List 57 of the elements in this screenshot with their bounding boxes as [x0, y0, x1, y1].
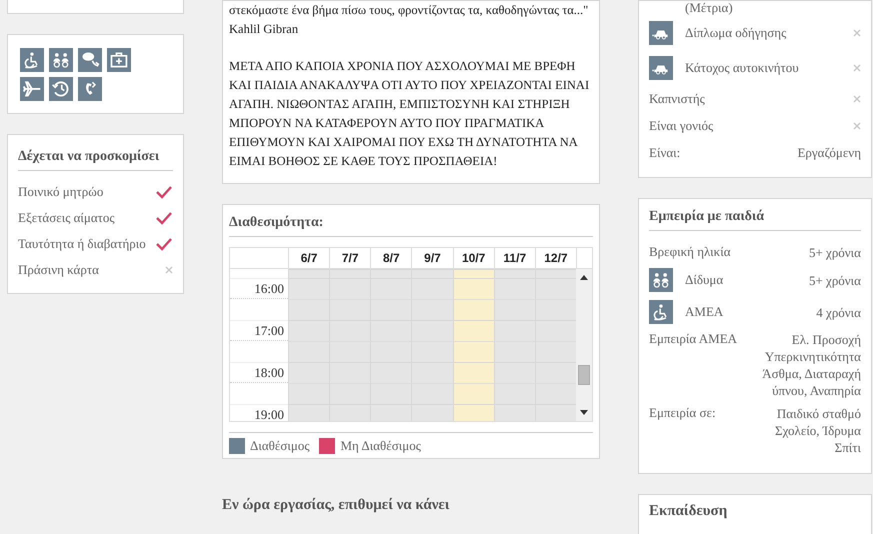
scrollbar[interactable] [576, 269, 592, 421]
document-label: Εξετάσεις αίματος [18, 210, 115, 226]
attribute-label: Είναι γονιός [649, 118, 714, 134]
day-header: 12/7 [534, 248, 576, 268]
experience-value: 5+ χρόνια [808, 272, 861, 288]
experience-label: Δίδυμα [685, 272, 724, 288]
day-header: 6/7 [288, 248, 330, 268]
section-title: Διαθεσιμότητα: [229, 215, 593, 237]
first-aid-kit-icon [107, 48, 131, 72]
day-header: 10/7 [452, 248, 494, 268]
phone-chat-icon [78, 48, 102, 72]
attribute-label: Δίπλωμα οδήγησης [685, 24, 786, 40]
quote-text: στεκόμαστε ένα βήμα πίσω τους, φροντίζοντας τα, καθοδηγώντας τα..." [229, 2, 590, 19]
car-icon [649, 20, 673, 44]
scroll-thumb[interactable] [578, 365, 590, 385]
wheelchair-icon [649, 300, 673, 324]
quote-author: Kahlil Gibran [229, 21, 300, 38]
section-title: Εκπαίδευση [649, 503, 728, 521]
attribute-label: Καπνιστής [649, 90, 705, 106]
experience-label: Βρεφική ηλικία [649, 244, 731, 260]
section-title: Δέχεται να προσκομίσει [18, 149, 173, 171]
section-title: Εν ώρα εργασίας, επιθυμεί να κάνει [222, 497, 450, 514]
experience-value: 5+ χρόνια [808, 244, 861, 261]
experience-value: Παιδικό σταθμό Σχολείο, Ίδρυμα Σπίτι [775, 405, 861, 456]
time-label: 16:00 [254, 281, 284, 296]
time-label: 18:00 [254, 365, 284, 380]
time-label: 17:00 [254, 323, 284, 338]
phone-icon [78, 77, 102, 101]
airplane-icon [20, 77, 44, 101]
attribute-label: Είναι: [649, 144, 680, 160]
section-title: Εμπειρία με παιδιά [649, 209, 861, 231]
day-header: 9/7 [411, 248, 453, 268]
day-header: 8/7 [370, 248, 412, 268]
scroll-down-icon[interactable] [580, 410, 588, 415]
wheelchair-icon [20, 48, 44, 72]
document-label: Ταυτότητα ή διαβατήριο [18, 236, 146, 252]
document-label: Ποινικό μητρώο [18, 184, 104, 200]
day-header: 7/7 [329, 248, 370, 268]
experience-label: Εμπειρία ΑΜΕΑ [649, 331, 738, 347]
twins-icon [49, 48, 73, 72]
document-label: Πράσινη κάρτα [18, 262, 99, 278]
car-icon [649, 56, 673, 80]
attribute-label: Κάτοχος αυτοκινήτου [685, 60, 799, 76]
description-text: ΜΕΤΑ ΑΠΟ ΚΑΠΟΙΑ ΧΡΟΝΙΑ ΠΟΥ ΑΣΧΟΛΟΥΜΑΙ ΜΕ ΒΡΕΦΗ ΚΑΙ ΠΑΙΔΙΑ ΑΝΑΚΑΛΥΨΑ ΟΤΙ ΑΥΤΟ ΠΟΥ ΧΡΕΙΑΖΟΝΤΑΙ ΕΙΝΑΙ ΑΓΑΠΗ. ΝΙΩΘΟΝΤΑΣ ΑΓΑΠΗ, ΕΜΠΙΣΤΟΣΥΝΗ ΚΑΙ ΣΤΗΡΙΞΗ ΜΠΟΡΟΥΝ ΝΑ ΚΑΤΑΦΕΡΟΥΝ ΑΥΤΟ ΠΟΥ ΠΡΑΓΜΑΤΙΚΑ ΕΠΙΘΥΜΟΥΝ ΚΑΙ ΧΑΙΡΟΜΑΙ ΠΟΥ ΕΧΩ ΤΗ ΔΥΝΑΤΟΤΗΤΑ ΝΑ ΕΙΜΑΙ ΒΟΗΘΟΣ ΣΕ ΚΑΘΕ ΤΟΥΣ ΠΡΟΣΠΑΘΕΙΑ! [229, 58, 590, 170]
day-header: 11/7 [494, 248, 535, 268]
attribute-value: Εργαζόμενη [797, 144, 861, 160]
experience-value: Ελ. Προσοχή Υπερκινητικότητα Άσθμα, Διαταραχή ύπνου, Αναπηρία [762, 331, 861, 399]
legend-label: Διαθέσιμος [250, 438, 310, 454]
twins-icon [649, 268, 673, 292]
experience-label: Εμπειρία σε: [649, 405, 716, 421]
clock-history-icon [49, 77, 73, 101]
experience-value: 4 χρόνια [816, 304, 861, 320]
time-label: 19:00 [254, 407, 284, 421]
level-note: (Μέτρια) [684, 1, 734, 15]
legend-label: Μη Διαθέσιμος [340, 438, 421, 454]
scroll-up-icon[interactable] [580, 275, 588, 280]
experience-label: ΑΜΕΑ [685, 304, 724, 320]
